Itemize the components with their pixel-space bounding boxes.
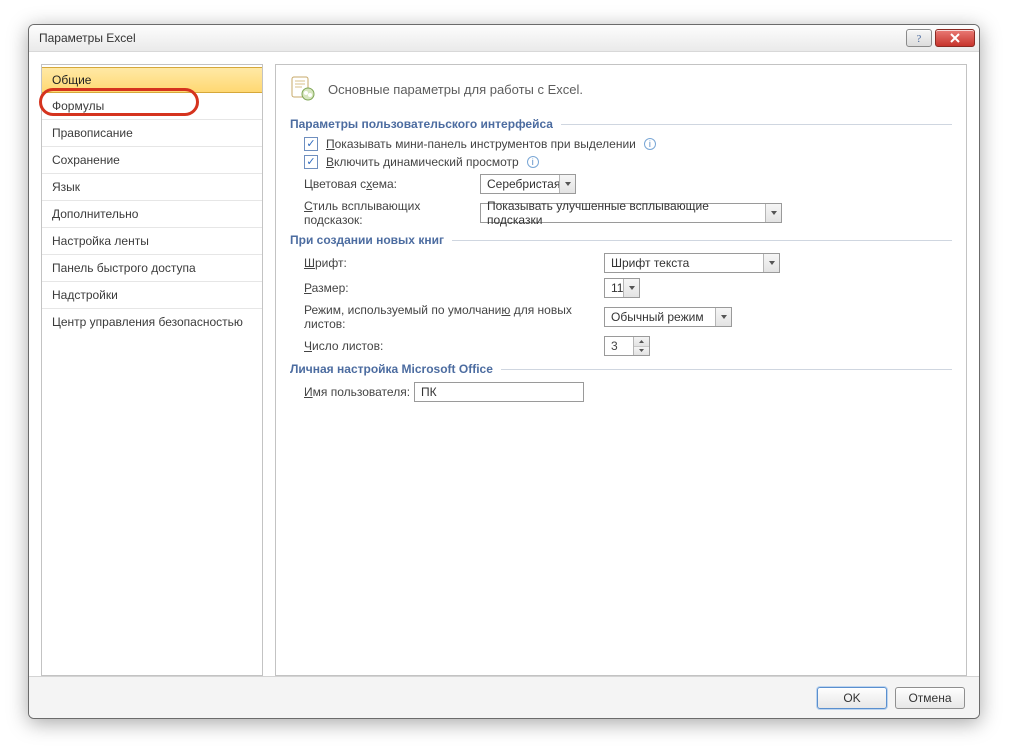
sidebar-item-addins[interactable]: Надстройки <box>42 282 262 309</box>
chevron-down-icon <box>559 175 575 193</box>
sidebar-item-customize-ribbon[interactable]: Настройка ленты <box>42 228 262 255</box>
checkbox-live-preview[interactable] <box>304 155 318 169</box>
label-username: Имя пользователя: <box>304 385 414 399</box>
combo-color-scheme[interactable]: Серебристая <box>480 174 576 194</box>
spinner-sheets-count[interactable]: 3 <box>604 336 650 356</box>
combo-tooltip-style[interactable]: Показывать улучшенные всплывающие подска… <box>480 203 782 223</box>
spinner-value: 3 <box>605 337 633 355</box>
group-ui-title: Параметры пользовательского интерфейса <box>290 117 952 131</box>
combo-default-view[interactable]: Обычный режим <box>604 307 732 327</box>
sidebar-item-label: Настройка ленты <box>52 234 149 248</box>
sidebar-item-label: Общие <box>52 73 91 87</box>
chevron-down-icon <box>765 204 781 222</box>
sidebar-item-label: Формулы <box>52 99 104 113</box>
combo-value: Показывать улучшенные всплывающие подска… <box>481 197 765 229</box>
sidebar-item-trust-center[interactable]: Центр управления безопасностью <box>42 309 262 335</box>
sidebar-item-formulas[interactable]: Формулы <box>42 93 262 120</box>
label-tooltip-style: Стиль всплывающих подсказок: <box>304 199 480 227</box>
group-personal-title: Личная настройка Microsoft Office <box>290 362 952 376</box>
row-font: Шрифт: Шрифт текста <box>304 253 952 273</box>
sidebar-item-label: Правописание <box>52 126 133 140</box>
info-icon[interactable]: i <box>644 138 656 150</box>
dialog-footer: OK Отмена <box>29 676 979 718</box>
content-area: Общие Формулы Правописание Сохранение Яз… <box>29 52 979 676</box>
sidebar-item-general[interactable]: Общие <box>42 67 262 93</box>
button-label: Отмена <box>908 691 951 705</box>
row-sheets-count: Число листов: 3 <box>304 336 952 356</box>
combo-value: Серебристая <box>481 175 559 193</box>
sidebar-item-advanced[interactable]: Дополнительно <box>42 201 262 228</box>
label-show-minibar: Показывать мини-панель инструментов при … <box>326 137 636 151</box>
cancel-button[interactable]: Отмена <box>895 687 965 709</box>
main-panel: Основные параметры для работы с Excel. П… <box>275 64 967 676</box>
window-title: Параметры Excel <box>39 31 903 45</box>
panel-title-text: Основные параметры для работы с Excel. <box>328 82 583 97</box>
group-newbook-title: При создании новых книг <box>290 233 952 247</box>
sidebar-item-label: Центр управления безопасностью <box>52 315 243 329</box>
label-sheets-count: Число листов: <box>304 339 604 353</box>
sidebar-item-label: Сохранение <box>52 153 120 167</box>
row-default-view: Режим, используемый по умолчанию для нов… <box>304 303 952 331</box>
label-font: Шрифт: <box>304 256 604 270</box>
close-button[interactable] <box>935 29 975 47</box>
group-label: Параметры пользовательского интерфейса <box>290 117 553 131</box>
chevron-down-icon <box>715 308 731 326</box>
help-icon: ? <box>913 32 925 44</box>
sidebar-item-proofing[interactable]: Правописание <box>42 120 262 147</box>
titlebar[interactable]: Параметры Excel ? <box>29 25 979 52</box>
sidebar-item-language[interactable]: Язык <box>42 174 262 201</box>
row-size: Размер: 11 <box>304 278 952 298</box>
combo-size[interactable]: 11 <box>604 278 640 298</box>
combo-value: 11 <box>605 279 623 297</box>
sidebar-item-quick-access[interactable]: Панель быстрого доступа <box>42 255 262 282</box>
row-username: Имя пользователя: ПК <box>304 382 952 402</box>
sidebar-item-label: Панель быстрого доступа <box>52 261 196 275</box>
ok-button[interactable]: OK <box>817 687 887 709</box>
row-live-preview: Включить динамический просмотр i <box>304 155 952 169</box>
sidebar-item-save[interactable]: Сохранение <box>42 147 262 174</box>
dialog-window: Параметры Excel ? Общие Формулы Правопис… <box>28 24 980 719</box>
group-label: Личная настройка Microsoft Office <box>290 362 493 376</box>
checkbox-show-minibar[interactable] <box>304 137 318 151</box>
sidebar-item-label: Дополнительно <box>52 207 138 221</box>
input-value: ПК <box>421 385 437 399</box>
row-show-minibar: Показывать мини-панель инструментов при … <box>304 137 952 151</box>
sidebar: Общие Формулы Правописание Сохранение Яз… <box>41 64 263 676</box>
row-color-scheme: Цветовая схема: Серебристая <box>304 174 952 194</box>
svg-text:?: ? <box>917 34 922 44</box>
combo-value: Обычный режим <box>605 308 715 326</box>
combo-value: Шрифт текста <box>605 254 763 272</box>
input-username[interactable]: ПК <box>414 382 584 402</box>
sidebar-item-label: Надстройки <box>52 288 118 302</box>
sidebar-item-label: Язык <box>52 180 80 194</box>
button-label: OK <box>843 691 860 705</box>
close-icon <box>949 32 961 44</box>
label-color-scheme: Цветовая схема: <box>304 177 480 191</box>
label-live-preview: Включить динамический просмотр <box>326 155 519 169</box>
label-default-view: Режим, используемый по умолчанию для нов… <box>304 303 604 331</box>
label-size: Размер: <box>304 281 604 295</box>
help-button[interactable]: ? <box>906 29 932 47</box>
row-tooltip-style: Стиль всплывающих подсказок: Показывать … <box>304 199 952 227</box>
panel-heading: Основные параметры для работы с Excel. <box>290 75 952 103</box>
combo-font[interactable]: Шрифт текста <box>604 253 780 273</box>
group-label: При создании новых книг <box>290 233 444 247</box>
spinner-down-icon[interactable] <box>634 347 649 356</box>
chevron-down-icon <box>763 254 779 272</box>
options-icon <box>290 75 318 103</box>
info-icon[interactable]: i <box>527 156 539 168</box>
chevron-down-icon <box>623 279 639 297</box>
spinner-up-icon[interactable] <box>634 337 649 347</box>
